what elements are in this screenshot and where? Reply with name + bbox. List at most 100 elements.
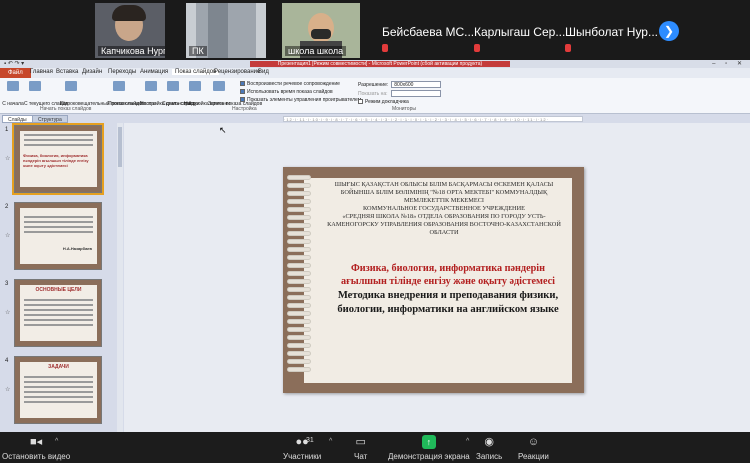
participant-hair — [112, 5, 146, 21]
video-tile-3[interactable]: школа школа — [282, 3, 360, 58]
thumbnail-slide: Н.А.Назарбаев — [14, 202, 102, 270]
checkbox-box — [240, 81, 245, 87]
muted-mic-icon — [382, 44, 388, 52]
meeting-toolbar: ■◂ Остановить видео ^ ●● 31 Участники ^ … — [0, 432, 750, 463]
share-screen-button[interactable]: ↑ Демонстрация экрана — [388, 435, 470, 461]
share-options-caret[interactable]: ^ — [466, 438, 469, 445]
hide-slide-button[interactable]: Скрыть слайд — [162, 81, 194, 110]
reactions-icon: ☺ — [527, 436, 540, 448]
slide-thumbnail[interactable]: 2 ☆ Н.А.Назарбаев — [2, 202, 117, 275]
thumbnail-slide: Физика, биология, информатика пәндерін а… — [12, 123, 104, 195]
play-current-icon — [29, 81, 41, 91]
slide-header: ШЫҒЫС ҚАЗАҚСТАН ОБЛЫСЫ БІЛІМ БАСҚАРМАСЫ … — [327, 181, 561, 236]
participant-name: Карлыгаш Сер... — [474, 25, 566, 39]
show-on-field[interactable]: Показать на: — [358, 90, 441, 97]
custom-show-button[interactable]: Произвольный показ — [108, 81, 156, 110]
tab-slides[interactable]: Слайды — [2, 115, 33, 123]
pane-tabs: Слайды Структура — [2, 115, 117, 123]
participant-name: Бейсбаева МС... — [382, 25, 475, 39]
thumbnail-scrollbar[interactable] — [117, 123, 123, 432]
rehearse-timings-button[interactable]: Настройка времени — [184, 81, 230, 110]
tab-view[interactable]: Вид — [258, 69, 269, 75]
play-icon — [7, 81, 19, 91]
kazakh-title: Физика, биология, информатика пәндерін а… — [341, 263, 555, 287]
reactions-button[interactable]: ☺ Реакции — [518, 435, 549, 461]
video-tile-name: ПК — [189, 46, 207, 56]
media-controls-checkbox[interactable]: Показать элементы управления проигрывате… — [240, 97, 361, 103]
scrollbar-thumb[interactable] — [118, 127, 122, 167]
hide-slide-icon — [167, 81, 179, 91]
thumbnail-slide: ЗАДАЧИ — [14, 356, 102, 424]
mouse-cursor-icon: ↖ — [219, 125, 227, 135]
resolution-field[interactable]: Разрешение: 800x600 — [358, 81, 442, 88]
record-icon — [213, 81, 225, 91]
from-beginning-button[interactable]: С начала — [2, 81, 24, 110]
checkbox-box — [358, 99, 363, 105]
timing-icon — [189, 81, 201, 91]
show-on-select[interactable] — [390, 90, 441, 97]
ribbon: С начала С текущего слайда Широковещател… — [0, 78, 750, 114]
video-tile-name: Капчикова Нург... — [98, 46, 165, 56]
participants-button[interactable]: ●● 31 Участники — [283, 435, 321, 461]
slide-thumbnails: 1 ☆ Физика, биология, информатика пәндер… — [2, 123, 117, 432]
video-tile-name: школа школа — [285, 46, 347, 56]
tab-home[interactable]: Главная — [30, 69, 53, 75]
tab-file[interactable]: Файл — [0, 68, 31, 78]
video-tile-2[interactable]: ПК — [186, 3, 266, 58]
participants-options-caret[interactable]: ^ — [329, 438, 332, 445]
timings-checkbox[interactable]: Использовать время показа слайдов — [240, 89, 333, 95]
muted-mic-icon — [474, 44, 480, 52]
group-label-monitors: Мониторы — [392, 106, 416, 112]
stop-video-button[interactable]: ■◂ Остановить видео — [2, 435, 70, 461]
ribbon-tabs: Файл Главная Вставка Дизайн Переходы Ани… — [0, 68, 750, 78]
video-options-caret[interactable]: ^ — [55, 438, 58, 445]
checkbox-box — [240, 89, 245, 95]
narration-checkbox[interactable]: Воспроизвести речевое сопровождение — [240, 81, 340, 87]
presenter-view-checkbox[interactable]: Режим докладчика — [358, 99, 409, 105]
name-tile-3[interactable]: Шынболат Нур... — [563, 3, 658, 58]
slide-thumbnail[interactable]: 3 ☆ ОСНОВНЫЕ ЦЕЛИ — [2, 279, 117, 352]
current-slide[interactable]: ШЫҒЫС ҚАЗАҚСТАН ОБЛЫСЫ БІЛІМ БАСҚАРМАСЫ … — [283, 167, 584, 393]
record-show-button[interactable]: Запись показа слайдов — [208, 81, 262, 110]
face-mask — [311, 29, 331, 39]
resolution-select[interactable]: 800x600 — [391, 81, 442, 88]
chat-button[interactable]: ▭ Чат — [354, 435, 367, 461]
checkbox-box — [240, 97, 245, 103]
notebook-spiral — [287, 175, 311, 380]
horizontal-ruler: ·12·|·11·|·10·|·9·|·8·|·7·|·6·|·5·|·4·|·… — [283, 116, 583, 122]
tab-review[interactable]: Рецензирование — [214, 69, 260, 75]
slide-thumbnail[interactable]: 4 ☆ ЗАДАЧИ — [2, 356, 117, 429]
window-frame — [208, 3, 228, 58]
video-strip: Капчикова Нург... ПК школа школа Бейсбае… — [0, 0, 750, 60]
setup-icon — [145, 81, 157, 91]
window-controls[interactable]: – ▫ ✕ — [712, 60, 746, 67]
setup-show-button[interactable]: Настройка демонстрации — [140, 81, 199, 110]
slide-thumbnail[interactable]: 1 ☆ Физика, биология, информатика пәндер… — [2, 123, 117, 198]
animation-star-icon: ☆ — [5, 156, 11, 162]
chat-icon: ▭ — [355, 436, 366, 448]
title-bar: ▪ ↶ ↷ ▾ Презентация1 [Режим совместимост… — [0, 60, 750, 68]
name-tile-1[interactable]: Бейсбаева МС... — [380, 3, 475, 58]
video-tile-1[interactable]: Капчикова Нург... — [95, 3, 165, 58]
slide-canvas[interactable]: ↖ ШЫҒЫС ҚАЗАҚСТАН ОБЛЫСЫ БІЛІМ БАСҚАРМАС… — [124, 123, 750, 432]
quick-access-toolbar[interactable]: ▪ ↶ ↷ ▾ — [4, 60, 24, 67]
tab-outline[interactable]: Структура — [32, 115, 68, 123]
participants-count: 31 — [306, 437, 314, 444]
tab-insert[interactable]: Вставка — [56, 69, 78, 75]
camera-icon: ■◂ — [30, 436, 43, 448]
group-label-start: Начать показ слайдов — [40, 106, 92, 112]
tab-transitions[interactable]: Переходы — [108, 69, 136, 75]
tab-animation[interactable]: Анимация — [140, 69, 168, 75]
record-button[interactable]: ◉ Запись — [476, 435, 502, 461]
share-screen-icon: ↑ — [421, 435, 436, 449]
animation-star-icon: ☆ — [5, 310, 11, 316]
tab-design[interactable]: Дизайн — [82, 69, 102, 75]
chevron-right-icon[interactable]: ❯ — [659, 21, 679, 41]
muted-mic-icon — [565, 44, 571, 52]
broadcast-icon — [65, 81, 77, 91]
name-tile-2[interactable]: Карлыгаш Сер... — [472, 3, 567, 58]
animation-star-icon: ☆ — [5, 387, 11, 393]
slide-paper: ШЫҒЫС ҚАЗАҚСТАН ОБЛЫСЫ БІЛІМ БАСҚАРМАСЫ … — [304, 178, 572, 383]
window-title: Презентация1 [Режим совместимости] - Mic… — [250, 61, 510, 67]
tab-slideshow[interactable]: Показ слайдов — [172, 69, 220, 75]
